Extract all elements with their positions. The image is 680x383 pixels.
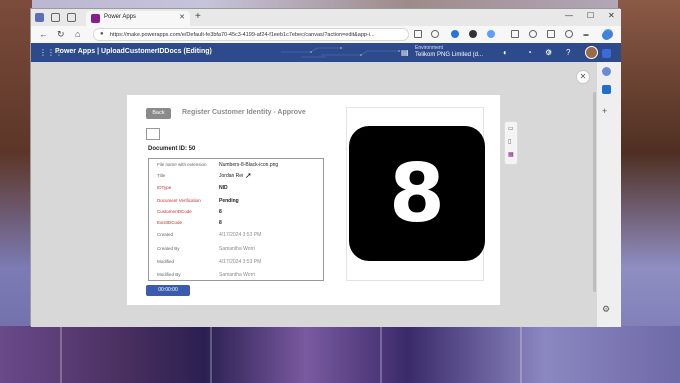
field-value: Samantha Worri (219, 272, 256, 278)
new-tab-button[interactable]: + (195, 11, 201, 22)
browser-window: Power Apps ✕ + — ☐ ✕ ← ↻ ⌂ ● https://mak… (30, 8, 621, 327)
calendar-icon[interactable]: ▦ (508, 151, 514, 158)
field-row: Modified By Samantha Worri (149, 270, 325, 281)
workspaces-icon[interactable] (51, 13, 60, 22)
environment-name[interactable]: Telikom PNG Limited (d... (415, 52, 483, 58)
back-button[interactable]: Back (146, 108, 171, 119)
field-value: Samantha Worri (219, 246, 256, 252)
field-value: Numbers-8-Black-icon.png (219, 162, 279, 168)
mouse-cursor-icon: ➚ (245, 171, 252, 180)
minimize-button[interactable]: — (565, 11, 573, 20)
canvas-preview: ✕ Back Register Customer Identity - Appr… (31, 62, 621, 327)
field-label: File name with extension (157, 162, 207, 167)
field-label: Title (157, 173, 166, 178)
close-window-button[interactable]: ✕ (608, 11, 615, 20)
field-value: 8 (219, 209, 222, 215)
tab-power-apps[interactable]: Power Apps ✕ (86, 11, 190, 26)
read-aloud-icon[interactable] (414, 30, 422, 38)
submit-button[interactable]: 00:00:00 (146, 285, 190, 296)
heart-icon[interactable] (565, 30, 573, 38)
url-text: https://make.powerapps.com/e/Default-fe3… (110, 32, 375, 38)
field-label: Modified (157, 259, 175, 264)
preview-device-toolbar: ▭ ▯ ▦ (504, 121, 518, 165)
field-row: Created 4/17/2024 3:53 PM (149, 230, 325, 241)
lock-icon: ● (100, 31, 104, 37)
tab-title: Power Apps (104, 14, 137, 20)
notifications-icon[interactable]: ◔ (527, 48, 532, 57)
gear-icon[interactable]: ⚙ (545, 48, 552, 57)
form-card: Back Register Customer Identity - Approv… (127, 95, 500, 305)
mobile-view-icon[interactable]: ▯ (508, 138, 511, 145)
extension-icon-3[interactable] (487, 30, 495, 38)
field-label: Document Verification (157, 198, 201, 203)
power-apps-header: ⋮⋮⋮ Power Apps | UploadCustomerIDDocs (E… (31, 43, 621, 62)
field-label: IDType (157, 185, 172, 190)
field-label: Created (157, 232, 174, 237)
field-row: Modified 4/17/2024 3:53 PM (149, 257, 325, 268)
details-panel: File name with extension Numbers-8-Black… (148, 158, 324, 281)
tab-bar: Power Apps ✕ + — ☐ ✕ (31, 9, 621, 26)
extension-icon-2[interactable] (469, 30, 477, 38)
collections-icon[interactable] (547, 30, 555, 38)
split-screen-icon[interactable] (511, 30, 519, 38)
field-row: Title Jordan Rei (149, 171, 325, 182)
field-row: File name with extension Numbers-8-Black… (149, 160, 325, 171)
maximize-button[interactable]: ☐ (587, 11, 594, 20)
document-id: Document ID: 50 (148, 146, 196, 152)
tools-icon[interactable] (602, 67, 611, 76)
favorites-icon[interactable] (529, 30, 537, 38)
field-label: Created By (157, 246, 180, 251)
field-value: 4/17/2024 3:53 PM (219, 232, 262, 238)
environment-label: Environment (415, 45, 444, 51)
address-bar-row: ← ↻ ⌂ ● https://make.powerapps.com/e/Def… (31, 26, 621, 43)
field-value: NID (219, 185, 228, 191)
header-circuit-decoration (281, 47, 400, 58)
field-label: Modified By (157, 272, 181, 277)
field-label: ExistIDCode (157, 220, 183, 225)
url-field[interactable]: ● https://make.powerapps.com/e/Default-f… (93, 28, 409, 41)
field-row: CustomerIDCode 8 (149, 207, 325, 218)
desktop-view-icon[interactable]: ▭ (508, 125, 514, 132)
tab-actions-icon[interactable] (67, 13, 76, 22)
document-image-frame: 8 (346, 107, 485, 281)
help-icon[interactable]: ? (566, 48, 570, 57)
favorite-star-icon[interactable] (431, 30, 439, 38)
close-preview-button[interactable]: ✕ (576, 70, 590, 84)
copilot-header-icon[interactable]: ◐ (503, 48, 508, 57)
search-icon[interactable] (602, 31, 611, 40)
refresh-icon[interactable]: ↻ (57, 29, 65, 40)
field-row: Document Verification Pending (149, 196, 325, 207)
field-value: 4/17/2024 3:53 PM (219, 259, 262, 265)
field-row: ExistIDCode 8 (149, 218, 325, 229)
tab-close-button[interactable]: ✕ (179, 13, 185, 21)
more-options-icon[interactable] (583, 34, 589, 36)
power-apps-favicon (91, 14, 100, 23)
app-title: Power Apps | UploadCustomerIDDocs (Editi… (55, 48, 212, 55)
field-value: 8 (219, 220, 222, 226)
sidebar-settings-icon[interactable]: ⚙ (602, 305, 611, 314)
home-icon[interactable]: ⌂ (75, 29, 80, 39)
form-title: Register Customer Identity - Approve (182, 109, 306, 116)
extension-icon[interactable] (451, 30, 459, 38)
back-icon[interactable]: ← (39, 29, 48, 39)
add-icon[interactable]: + (602, 107, 611, 116)
environment-icon: ▤ (401, 48, 409, 57)
document-image: 8 (349, 126, 485, 261)
edge-sidebar: + ⚙ (596, 27, 616, 327)
shopping-icon[interactable] (602, 49, 611, 58)
field-row: Created By Samantha Worri (149, 244, 325, 255)
profile-icon[interactable] (35, 13, 44, 22)
field-label: CustomerIDCode (157, 209, 192, 214)
field-value: Jordan Rei (219, 173, 244, 179)
field-value: Pending (219, 198, 239, 204)
outlook-icon[interactable] (602, 85, 611, 94)
field-row: IDType NID (149, 183, 325, 194)
attachment-placeholder[interactable] (146, 128, 160, 140)
